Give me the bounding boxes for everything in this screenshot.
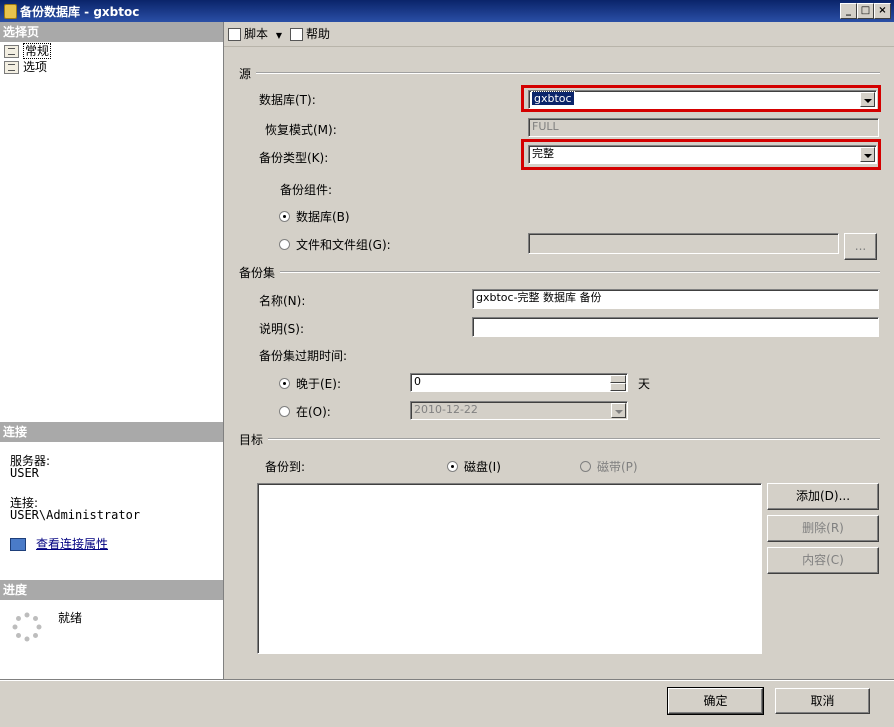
select-page-header: 选择页 bbox=[0, 22, 223, 42]
maximize-button[interactable]: □ bbox=[857, 3, 874, 19]
days-label: 天 bbox=[638, 377, 651, 391]
backup-to-label: 备份到: bbox=[265, 460, 306, 474]
destination-list[interactable] bbox=[257, 483, 762, 654]
toolbar: 脚本 ▼ 帮助 bbox=[224, 22, 894, 47]
expire-days-input[interactable]: 0 bbox=[410, 373, 628, 392]
connection-properties-icon bbox=[10, 538, 26, 551]
view-connection-properties[interactable]: 查看连接属性 bbox=[10, 535, 108, 552]
radio-tape bbox=[580, 461, 591, 472]
description-input[interactable] bbox=[472, 317, 879, 337]
description-label: 说明(S): bbox=[259, 322, 305, 336]
left-panel: 选择页 常规 选项 连接 服务器: USER 连接: USER\Administ… bbox=[0, 22, 224, 679]
window-title: 备份数据库 - gxbtoc bbox=[20, 5, 140, 19]
page-icon bbox=[4, 61, 19, 74]
database-value: gxbtoc bbox=[531, 91, 575, 106]
connection-value: USER\Administrator bbox=[10, 508, 141, 522]
files-filegroups-field bbox=[528, 233, 839, 254]
expire-days-value: 0 bbox=[414, 375, 421, 388]
radio-disk-label: 磁盘(I) bbox=[464, 460, 501, 474]
nav-item-options[interactable]: 选项 bbox=[4, 59, 47, 75]
cancel-button[interactable]: 取消 bbox=[775, 688, 870, 714]
backup-component-label: 备份组件: bbox=[280, 183, 333, 197]
expire-label: 备份集过期时间: bbox=[259, 349, 348, 363]
chevron-down-icon[interactable] bbox=[860, 92, 875, 107]
contents-button[interactable]: 内容(C) bbox=[767, 547, 879, 574]
add-button[interactable]: 添加(D)... bbox=[767, 483, 879, 510]
script-button[interactable]: 脚本 ▼ bbox=[228, 26, 282, 42]
backup-set-group-label: 备份集 bbox=[239, 266, 276, 280]
backup-type-value: 完整 bbox=[532, 147, 554, 160]
chevron-down-icon bbox=[611, 403, 626, 418]
expire-date-value: 2010-12-22 bbox=[414, 403, 478, 416]
expire-date-picker: 2010-12-22 bbox=[410, 401, 628, 420]
chevron-down-icon[interactable] bbox=[860, 147, 875, 162]
recovery-model-label: 恢复模式(M): bbox=[265, 123, 337, 137]
close-button[interactable]: × bbox=[874, 3, 891, 19]
view-connection-link[interactable]: 查看连接属性 bbox=[36, 537, 108, 551]
database-icon bbox=[4, 4, 17, 19]
destination-group-label: 目标 bbox=[239, 433, 264, 447]
remove-button[interactable]: 删除(R) bbox=[767, 515, 879, 542]
source-group-line bbox=[256, 72, 880, 74]
radio-disk[interactable] bbox=[447, 461, 458, 472]
destination-group-line bbox=[268, 438, 880, 440]
connection-header: 连接 bbox=[0, 422, 223, 442]
backup-set-group-line bbox=[280, 271, 880, 273]
script-label: 脚本 bbox=[244, 27, 269, 41]
chevron-down-icon[interactable]: ▼ bbox=[276, 31, 282, 40]
radio-on-label: 在(O): bbox=[296, 405, 331, 419]
server-value: USER bbox=[10, 466, 39, 480]
help-label: 帮助 bbox=[306, 27, 331, 41]
nav-item-label: 常规 bbox=[23, 43, 52, 59]
name-label: 名称(N): bbox=[259, 294, 306, 308]
help-icon bbox=[290, 28, 303, 41]
title-bar: 备份数据库 - gxbtoc _ □ × bbox=[0, 0, 894, 22]
source-group-label: 源 bbox=[239, 67, 252, 81]
spin-up-icon[interactable] bbox=[610, 375, 626, 383]
radio-files-label: 文件和文件组(G): bbox=[296, 238, 391, 252]
progress-status: 就绪 bbox=[58, 611, 83, 625]
radio-database-label: 数据库(B) bbox=[296, 210, 350, 224]
nav-item-general[interactable]: 常规 bbox=[4, 43, 52, 59]
script-icon bbox=[228, 28, 241, 41]
progress-header: 进度 bbox=[0, 580, 223, 600]
radio-database[interactable] bbox=[279, 211, 290, 222]
page-icon bbox=[4, 45, 19, 58]
radio-files-filegroups[interactable] bbox=[279, 239, 290, 250]
radio-on-date[interactable] bbox=[279, 406, 290, 417]
backup-type-label: 备份类型(K): bbox=[259, 151, 329, 165]
radio-after-label: 晚于(E): bbox=[296, 377, 341, 391]
footer-divider bbox=[0, 679, 894, 681]
spin-down-icon[interactable] bbox=[610, 383, 626, 391]
progress-spinner-icon bbox=[12, 612, 42, 642]
database-label: 数据库(T): bbox=[259, 93, 316, 107]
radio-tape-label: 磁带(P) bbox=[597, 460, 638, 474]
help-button[interactable]: 帮助 bbox=[290, 26, 330, 42]
browse-files-button[interactable]: ... bbox=[844, 233, 877, 260]
nav-item-label: 选项 bbox=[23, 60, 48, 74]
database-combo[interactable]: gxbtoc bbox=[528, 90, 877, 109]
backup-type-combo[interactable]: 完整 bbox=[528, 145, 877, 164]
recovery-model-field: FULL bbox=[528, 118, 879, 137]
radio-after[interactable] bbox=[279, 378, 290, 389]
backup-name-input[interactable]: gxbtoc-完整 数据库 备份 bbox=[472, 289, 879, 309]
ok-button[interactable]: 确定 bbox=[667, 687, 764, 715]
minimize-button[interactable]: _ bbox=[840, 3, 857, 19]
